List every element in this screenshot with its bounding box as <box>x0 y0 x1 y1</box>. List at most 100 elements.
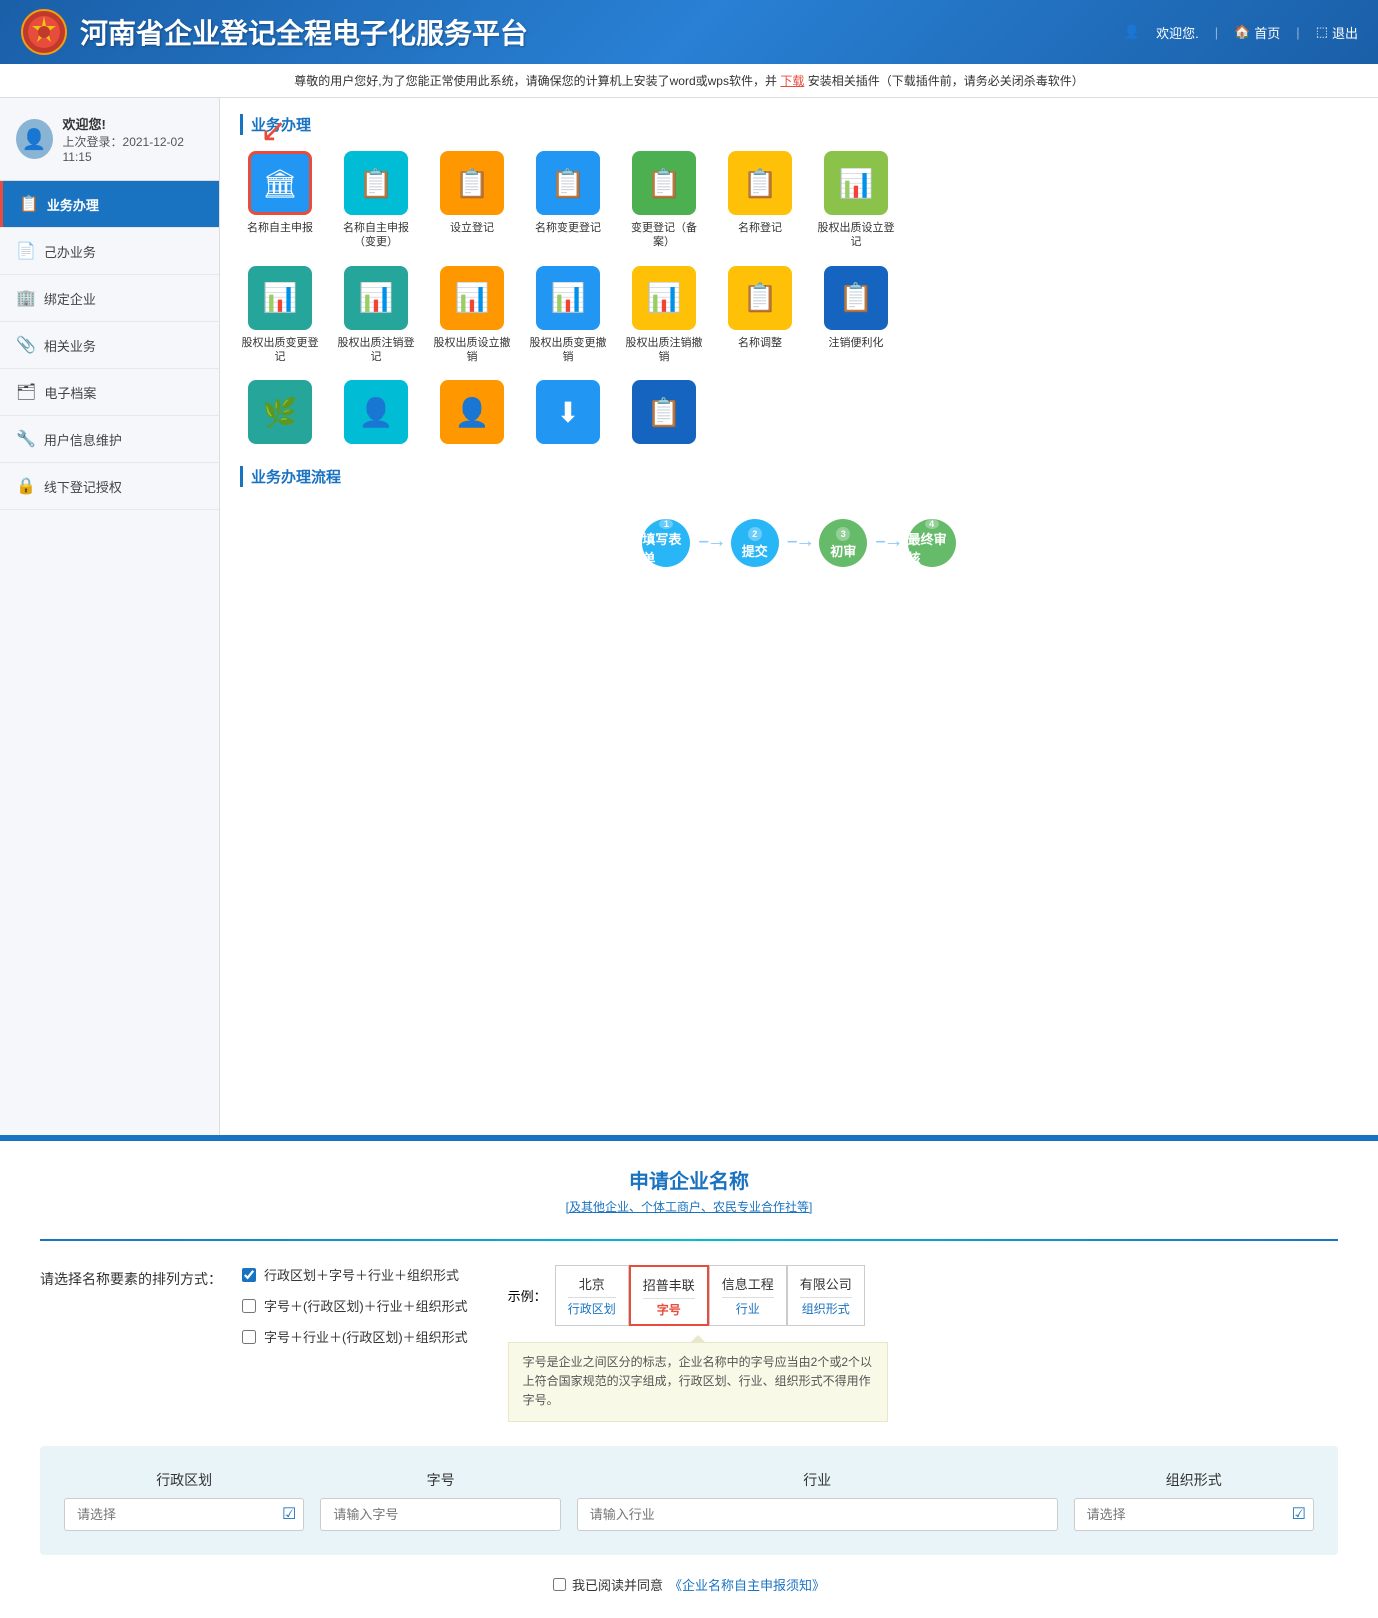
form-main-title: 申请企业名称 <box>40 1165 1338 1194</box>
radio-option-label-3: 字号＋行业＋(行政区划)＋组织形式 <box>264 1327 468 1346</box>
radio-row: 请选择名称要素的排列方式： 行政区划＋字号＋行业＋组织形式 字号＋(行政区划)＋… <box>40 1265 1338 1422</box>
agreement: 我已阅读并同意 《企业名称自主申报须知》 <box>40 1575 1338 1594</box>
service-item-18[interactable]: ⬇ <box>528 380 608 450</box>
archive-icon: 🗂 <box>16 382 36 402</box>
field-xzqh[interactable] <box>64 1498 304 1531</box>
field-header-1: 行政区划 <box>64 1470 304 1490</box>
service-item-1[interactable]: 🏛 名称自主申报 <box>240 151 320 250</box>
service-label-14: 注销便利化 <box>829 336 884 350</box>
radio-option-label-1: 行政区划＋字号＋行业＋组织形式 <box>264 1265 459 1284</box>
form-subtitle-link[interactable]: [及其他企业、个体工商户、农民专业合作社等] <box>566 1200 813 1214</box>
sidebar-label-offline: 线下登记授权 <box>44 477 122 496</box>
offline-icon: 🔒 <box>16 476 36 496</box>
form-divider <box>40 1239 1338 1241</box>
service-item-2[interactable]: 📋 名称自主申报（变更） <box>336 151 416 250</box>
service-icon-14: 📋 <box>824 266 888 330</box>
service-icon-9: 📊 <box>344 266 408 330</box>
service-label-5: 变更登记（备案） <box>624 221 704 250</box>
main-layout: 👤 欢迎您! 上次登录：2021-12-02 11:15 📋 业务办理 📄 己办… <box>0 98 1378 1135</box>
example-box-bottom-4: 组织形式 <box>802 1298 850 1319</box>
related-icon: 📎 <box>16 335 36 355</box>
sidebar-item-offline[interactable]: 🔒 线下登记授权 <box>0 463 219 510</box>
sidebar-item-user-info[interactable]: 🔧 用户信息维护 <box>0 416 219 463</box>
form-section: 申请企业名称 [及其他企业、个体工商户、农民专业合作社等] 请选择名称要素的排列… <box>0 1141 1378 1618</box>
service-item-8[interactable]: 📊 股权出质变更登记 <box>240 266 320 365</box>
example-box-4: 有限公司 组织形式 <box>787 1265 865 1326</box>
example-top: 示例： 北京 行政区划 招普丰联 字号 信息工程 行业 有限 <box>508 1265 888 1326</box>
example-box-top-2: 招普丰联 <box>643 1271 695 1299</box>
service-icon-10: 📊 <box>440 266 504 330</box>
service-label-9: 股权出质注销登记 <box>336 336 416 365</box>
service-item-5[interactable]: 📋 变更登记（备案） <box>624 151 704 250</box>
service-icon-2: 📋 <box>344 151 408 215</box>
service-label-3: 设立登记 <box>450 221 494 235</box>
service-item-4[interactable]: 📋 名称变更登记 <box>528 151 608 250</box>
service-item-15[interactable]: 🌿 <box>240 380 320 450</box>
section-title-business: 业务办理 <box>240 114 1358 135</box>
radio-checkbox-3[interactable] <box>242 1330 256 1344</box>
service-item-16[interactable]: 👤 <box>336 380 416 450</box>
example-box-top-4: 有限公司 <box>800 1270 852 1298</box>
service-icon-8: 📊 <box>248 266 312 330</box>
radio-checkbox-2[interactable] <box>242 1299 256 1313</box>
logout-link[interactable]: ⬚ 退出 <box>1316 23 1358 42</box>
bind-icon: 🏢 <box>16 288 36 308</box>
radio-option-2[interactable]: 字号＋(行政区划)＋行业＋组织形式 <box>242 1296 468 1315</box>
sidebar-item-archive[interactable]: 🗂 电子档案 <box>0 369 219 416</box>
service-icon-12: 📊 <box>632 266 696 330</box>
user-text: 欢迎您! 上次登录：2021-12-02 11:15 <box>63 114 203 164</box>
field-zzxs[interactable] <box>1074 1498 1314 1531</box>
process-flow: 1 填写表单 - - → 2 提交 - - → 3 初审 <box>240 503 1358 583</box>
download-link[interactable]: 下载 <box>780 74 804 88</box>
user-greeting: 欢迎您. <box>1156 23 1199 42</box>
field-inputs: ☑ ☑ <box>64 1498 1314 1531</box>
sidebar-item-related[interactable]: 📎 相关业务 <box>0 322 219 369</box>
service-item-12[interactable]: 📊 股权出质注销撤销 <box>624 266 704 365</box>
service-item-17[interactable]: 👤 <box>432 380 512 450</box>
form-subtitle: [及其他企业、个体工商户、农民专业合作社等] <box>40 1198 1338 1215</box>
example-box-top-3: 信息工程 <box>722 1270 774 1298</box>
process-step-2: 2 提交 <box>731 519 779 567</box>
sidebar-item-done[interactable]: 📄 己办业务 <box>0 228 219 275</box>
service-item-11[interactable]: 📊 股权出质变更撤销 <box>528 266 608 365</box>
avatar: 👤 <box>16 119 53 159</box>
sidebar-label-business: 业务办理 <box>47 195 99 214</box>
service-item-7[interactable]: 📊 股权出质设立登记 <box>816 151 896 250</box>
service-item-14[interactable]: 📋 注销便利化 <box>816 266 896 365</box>
service-grid-row1: 🏛 名称自主申报 📋 名称自主申报（变更） 📋 设立登记 📋 名称变更登记 📋 <box>240 151 1358 250</box>
service-item-3[interactable]: 📋 设立登记 <box>432 151 512 250</box>
process-circle-4: 4 最终审核 <box>908 519 956 567</box>
field-zh[interactable] <box>320 1498 560 1531</box>
sidebar-item-business[interactable]: 📋 业务办理 <box>0 181 219 228</box>
radio-checkbox-1[interactable] <box>242 1268 256 1282</box>
agreement-link[interactable]: 《企业名称自主申报须知》 <box>669 1575 825 1594</box>
agreement-text: 我已阅读并同意 <box>572 1575 663 1594</box>
service-label-2: 名称自主申报（变更） <box>336 221 416 250</box>
example-box-bottom-2: 字号 <box>657 1299 681 1320</box>
radio-option-3[interactable]: 字号＋行业＋(行政区划)＋组织形式 <box>242 1327 468 1346</box>
sidebar: 👤 欢迎您! 上次登录：2021-12-02 11:15 📋 业务办理 📄 己办… <box>0 98 220 1135</box>
header-title: 河南省企业登记全程电子化服务平台 <box>80 12 528 52</box>
home-link[interactable]: 🏠 首页 <box>1234 23 1280 42</box>
service-item-10[interactable]: 📊 股权出质设立撤销 <box>432 266 512 365</box>
radio-options: 行政区划＋字号＋行业＋组织形式 字号＋(行政区划)＋行业＋组织形式 字号＋行业＋… <box>242 1265 468 1346</box>
radio-option-1[interactable]: 行政区划＋字号＋行业＋组织形式 <box>242 1265 468 1284</box>
notice-text2: 安装相关插件（下载插件前，请务必关闭杀毒软件） <box>808 74 1084 88</box>
agreement-checkbox[interactable] <box>553 1578 566 1591</box>
service-item-6[interactable]: 📋 名称登记 <box>720 151 800 250</box>
service-item-19[interactable]: 📋 <box>624 380 704 450</box>
service-label-1: 名称自主申报 <box>247 221 313 235</box>
user-info-icon: 🔧 <box>16 429 36 449</box>
last-login: 上次登录：2021-12-02 11:15 <box>63 133 203 164</box>
service-item-9[interactable]: 📊 股权出质注销登记 <box>336 266 416 365</box>
sidebar-item-bind[interactable]: 🏢 绑定企业 <box>0 275 219 322</box>
field-wrap-zzxs: ☑ <box>1074 1498 1314 1531</box>
field-headers: 行政区划 字号 行业 组织形式 <box>64 1470 1314 1490</box>
service-grid-row2: 📊 股权出质变更登记 📊 股权出质注销登记 📊 股权出质设立撤销 📊 股权出质变… <box>240 266 1358 365</box>
service-item-13[interactable]: 📋 名称调整 <box>720 266 800 365</box>
field-hy[interactable] <box>577 1498 1058 1531</box>
process-circle-3: 3 初审 <box>819 519 867 567</box>
process-arrow-2: - - → <box>787 530 811 553</box>
service-label-10: 股权出质设立撤销 <box>432 336 512 365</box>
service-icon-19: 📋 <box>632 380 696 444</box>
